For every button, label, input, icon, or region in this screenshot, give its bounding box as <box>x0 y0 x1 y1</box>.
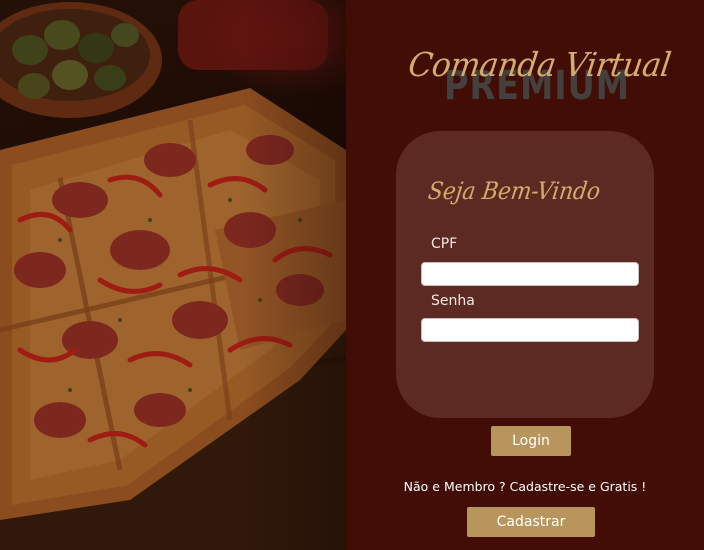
signup-prompt: Não e Membro ? Cadastre-se e Gratis ! <box>403 479 647 494</box>
welcome-heading: Seja Bem-Vindo <box>426 177 603 205</box>
login-card: Seja Bem-Vindo CPF Senha <box>396 131 654 418</box>
senha-label: Senha <box>431 293 475 309</box>
signup-button[interactable]: Cadastrar <box>467 507 595 537</box>
login-panel: PREMIUM Comanda Virtual Seja Bem-Vindo C… <box>346 0 704 550</box>
brand-title: Comanda Virtual <box>405 45 674 84</box>
cpf-label: CPF <box>431 236 458 252</box>
login-button[interactable]: Login <box>491 426 571 456</box>
senha-input[interactable] <box>421 318 639 342</box>
pizza-photo <box>0 0 346 550</box>
cpf-input[interactable] <box>421 262 639 286</box>
